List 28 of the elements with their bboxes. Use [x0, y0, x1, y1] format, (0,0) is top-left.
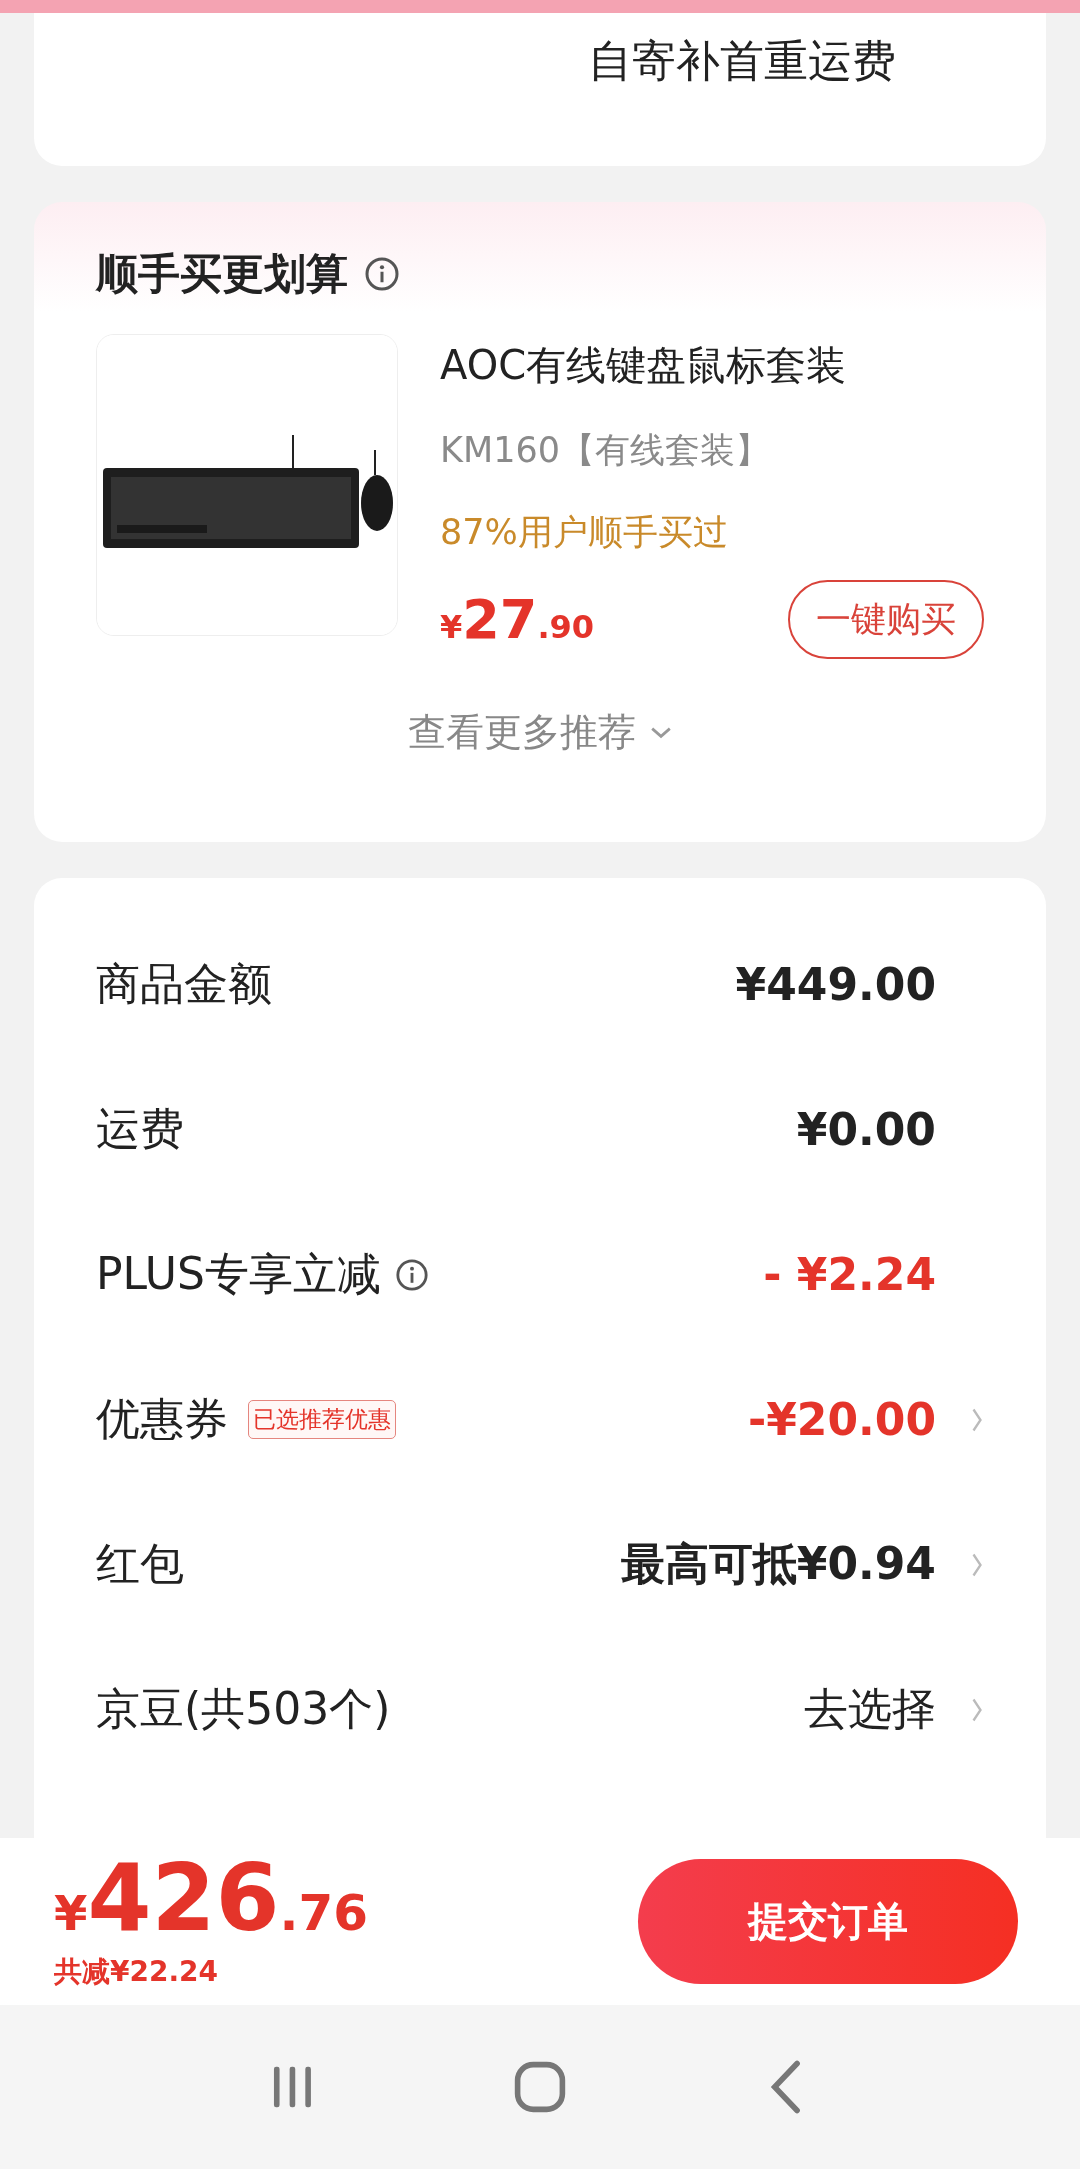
coupon-tag: 已选推荐优惠	[248, 1400, 396, 1439]
submit-order-button[interactable]: 提交订单	[638, 1859, 1018, 1984]
summary-label: 商品金额	[96, 957, 272, 1011]
shipping-note: 自寄补首重运费	[588, 34, 896, 88]
product-price: ¥27.90	[440, 588, 595, 651]
summary-label: 红包	[96, 1537, 184, 1591]
summary-value: ¥449.00	[735, 959, 936, 1010]
summary-value: ¥0.00	[796, 1104, 936, 1155]
summary-value: 去选择	[804, 1682, 936, 1736]
home-icon[interactable]	[512, 2059, 568, 2115]
summary-value: 最高可抵¥0.94	[620, 1537, 936, 1591]
summary-label: 运费	[96, 1102, 184, 1156]
summary-label: 优惠券	[96, 1392, 228, 1446]
summary-label: 京豆(共503个)	[96, 1682, 391, 1736]
more-recommendations-link[interactable]: 查看更多推荐	[408, 707, 636, 758]
purchase-rate: 87%用户顺手买过	[440, 511, 729, 554]
summary-value: -¥20.00	[747, 1394, 936, 1445]
chevron-down-icon	[650, 725, 672, 740]
product-name: AOC有线键盘鼠标套装	[440, 341, 848, 390]
total-savings: 共减¥22.24	[54, 1953, 220, 1990]
summary-value: - ¥2.24	[763, 1249, 936, 1300]
product-variant: KM160【有线套装】	[440, 429, 771, 472]
info-icon[interactable]	[395, 1257, 429, 1292]
section-title: 顺手买更划算	[96, 248, 348, 300]
info-icon[interactable]	[364, 256, 400, 292]
total-price: ¥426.76	[54, 1852, 369, 1945]
buy-now-button[interactable]: 一键购买	[788, 580, 984, 659]
summary-label: PLUS专享立减	[96, 1247, 381, 1301]
